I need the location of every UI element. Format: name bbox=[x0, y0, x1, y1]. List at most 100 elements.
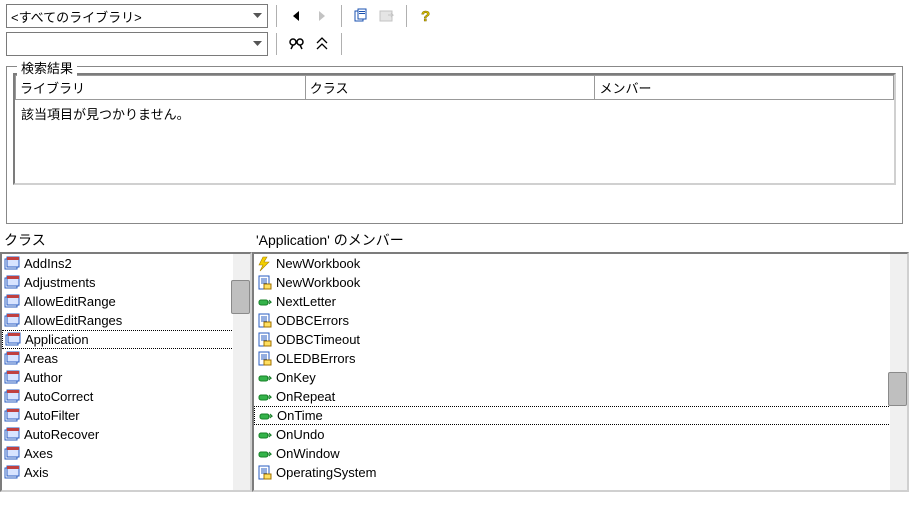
list-item-label: AutoRecover bbox=[24, 427, 99, 442]
list-item[interactable]: Adjustments bbox=[2, 273, 250, 292]
separator bbox=[341, 5, 342, 27]
search-combo[interactable] bbox=[6, 32, 268, 56]
scrollbar[interactable] bbox=[890, 254, 907, 490]
search-button[interactable] bbox=[285, 33, 307, 55]
list-item-label: OLEDBErrors bbox=[276, 351, 355, 366]
col-library[interactable]: ライブラリ bbox=[16, 76, 306, 100]
list-item-label: NextLetter bbox=[276, 294, 336, 309]
col-class[interactable]: クラス bbox=[305, 76, 595, 100]
class-icon bbox=[5, 332, 21, 348]
members-list[interactable]: NewWorkbook NewWorkbook NextLetter ODBCErro… bbox=[254, 254, 907, 490]
list-item-label: AllowEditRange bbox=[24, 294, 116, 309]
prop-icon bbox=[256, 275, 272, 291]
scrollbar-thumb[interactable] bbox=[231, 280, 250, 314]
method-icon bbox=[256, 389, 272, 405]
classes-list[interactable]: AddIns2 Adjustments AllowEditRange AllowEdi… bbox=[2, 254, 250, 490]
list-item-label: ODBCTimeout bbox=[276, 332, 360, 347]
copy-button[interactable] bbox=[350, 5, 372, 27]
list-item[interactable]: OLEDBErrors bbox=[254, 349, 907, 368]
show-definition-button[interactable] bbox=[376, 5, 398, 27]
prop-icon bbox=[256, 465, 272, 481]
scrollbar-thumb[interactable] bbox=[888, 372, 907, 406]
combo-value: <すべてのライブラリ> bbox=[11, 7, 249, 26]
toolbar-row-1: <すべてのライブラリ> ? bbox=[0, 0, 909, 30]
list-item[interactable]: OnWindow bbox=[254, 444, 907, 463]
method-icon bbox=[256, 446, 272, 462]
list-item[interactable]: ODBCErrors bbox=[254, 311, 907, 330]
list-item-label: NewWorkbook bbox=[276, 256, 360, 271]
search-results-header: ライブラリ クラス メンバー bbox=[15, 75, 894, 100]
list-item-label: Author bbox=[24, 370, 62, 385]
list-item-label: AutoCorrect bbox=[24, 389, 93, 404]
class-icon bbox=[4, 427, 20, 443]
separator bbox=[276, 33, 277, 55]
class-icon bbox=[4, 408, 20, 424]
list-item[interactable]: NextLetter bbox=[254, 292, 907, 311]
prop-icon bbox=[256, 351, 272, 367]
svg-text:?: ? bbox=[421, 8, 430, 24]
list-item[interactable]: AllowEditRange bbox=[2, 292, 250, 311]
method-icon bbox=[257, 408, 273, 424]
list-item[interactable]: OnUndo bbox=[254, 425, 907, 444]
list-item-label: AddIns2 bbox=[24, 256, 72, 271]
nav-forward-button[interactable] bbox=[311, 5, 333, 27]
list-item-label: NewWorkbook bbox=[276, 275, 360, 290]
list-item[interactable]: AllowEditRanges bbox=[2, 311, 250, 330]
members-list-frame: NewWorkbook NewWorkbook NextLetter ODBCErro… bbox=[252, 252, 909, 492]
list-item-label: Axes bbox=[24, 446, 53, 461]
class-icon bbox=[4, 446, 20, 462]
method-icon bbox=[256, 294, 272, 310]
list-item[interactable]: OnRepeat bbox=[254, 387, 907, 406]
search-results-frame: ライブラリ クラス メンバー 該当項目が見つかりません。 bbox=[13, 73, 896, 185]
library-combo[interactable]: <すべてのライブラリ> bbox=[6, 4, 268, 28]
search-empty-message: 該当項目が見つかりません。 bbox=[15, 100, 894, 183]
members-title: 'Application' のメンバー bbox=[252, 228, 909, 252]
members-pane: 'Application' のメンバー NewWorkbookNewWorkbo… bbox=[252, 228, 909, 492]
method-icon bbox=[256, 427, 272, 443]
list-item[interactable]: Author bbox=[2, 368, 250, 387]
list-item[interactable]: OnKey bbox=[254, 368, 907, 387]
list-item[interactable]: AddIns2 bbox=[2, 254, 250, 273]
list-item-label: AutoFilter bbox=[24, 408, 80, 423]
list-item[interactable]: NewWorkbook bbox=[254, 273, 907, 292]
list-item[interactable]: AutoCorrect bbox=[2, 387, 250, 406]
class-icon bbox=[4, 389, 20, 405]
classes-pane: クラス AddIns2AdjustmentsAllowEditRangeAllo… bbox=[0, 228, 252, 492]
class-icon bbox=[4, 465, 20, 481]
chevron-down-icon bbox=[249, 8, 265, 24]
list-item-label: OperatingSystem bbox=[276, 465, 376, 480]
list-item-label: OnTime bbox=[277, 408, 323, 423]
list-item[interactable]: AutoRecover bbox=[2, 425, 250, 444]
list-item[interactable]: Axes bbox=[2, 444, 250, 463]
list-item-label: OnWindow bbox=[276, 446, 340, 461]
list-item-label: OnUndo bbox=[276, 427, 324, 442]
class-icon bbox=[4, 294, 20, 310]
toolbar-row-2 bbox=[0, 30, 909, 62]
nav-back-button[interactable] bbox=[285, 5, 307, 27]
class-icon bbox=[4, 351, 20, 367]
chevron-down-icon bbox=[249, 36, 265, 52]
list-item-label: ODBCErrors bbox=[276, 313, 349, 328]
list-item[interactable]: AutoFilter bbox=[2, 406, 250, 425]
list-item-label: Areas bbox=[24, 351, 58, 366]
class-icon bbox=[4, 370, 20, 386]
list-item[interactable]: OnTime bbox=[254, 406, 907, 425]
help-button[interactable]: ? bbox=[415, 5, 437, 27]
list-item[interactable]: Areas bbox=[2, 349, 250, 368]
list-item[interactable]: OperatingSystem bbox=[254, 463, 907, 482]
classes-list-frame: AddIns2 Adjustments AllowEditRange AllowEdi… bbox=[0, 252, 252, 492]
list-item-label: OnRepeat bbox=[276, 389, 335, 404]
collapse-search-button[interactable] bbox=[311, 33, 333, 55]
class-icon bbox=[4, 313, 20, 329]
list-item[interactable]: NewWorkbook bbox=[254, 254, 907, 273]
class-icon bbox=[4, 275, 20, 291]
prop-icon bbox=[256, 332, 272, 348]
list-item[interactable]: Axis bbox=[2, 463, 250, 482]
list-item[interactable]: ODBCTimeout bbox=[254, 330, 907, 349]
separator bbox=[341, 33, 342, 55]
col-member[interactable]: メンバー bbox=[595, 76, 894, 100]
scrollbar[interactable] bbox=[233, 254, 250, 490]
lower-panes: クラス AddIns2AdjustmentsAllowEditRangeAllo… bbox=[0, 228, 909, 492]
list-item[interactable]: Application bbox=[2, 330, 250, 349]
prop-icon bbox=[256, 313, 272, 329]
